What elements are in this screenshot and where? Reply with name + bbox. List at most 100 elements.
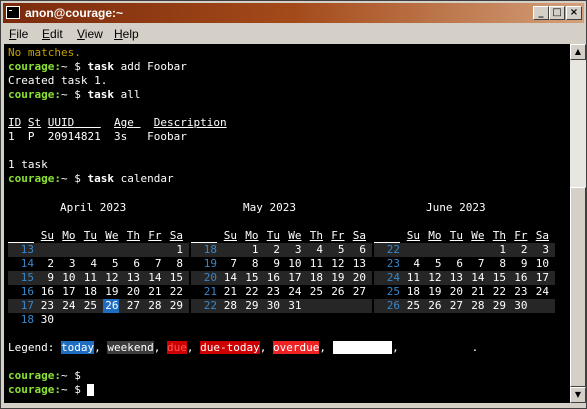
terminal-app-icon[interactable] — [6, 6, 20, 19]
scroll-up-button[interactable]: ▲ — [570, 44, 586, 60]
menu-help[interactable]: Help — [114, 27, 139, 41]
calendar-day: 13 — [449, 271, 463, 284]
prompt-line-3: courage:~ $ task calendar — [8, 172, 174, 185]
day-header: Tu — [83, 229, 97, 242]
day-header: Su — [406, 229, 420, 242]
legend-label: Legend: — [8, 341, 61, 354]
terminal-window: anon@courage:~ _ □ × File Edit View Help… — [0, 0, 587, 409]
calendar-day: 2 — [520, 243, 528, 256]
week-number: 18 — [203, 243, 217, 256]
week-number: 22 — [203, 299, 217, 312]
day-header: Su — [40, 229, 54, 242]
calendar-day: 24 — [62, 299, 76, 312]
calendar-day: 13 — [352, 257, 366, 270]
calendar-day: 25 — [406, 299, 420, 312]
created-task-text: Created task 1. — [8, 74, 108, 87]
calendar-day: 11 — [83, 271, 97, 284]
calendar-day: 18 — [406, 285, 420, 298]
week-number: 13 — [20, 243, 34, 256]
calendar-day: 21 — [223, 285, 237, 298]
legend-tail: . — [398, 341, 479, 354]
legend-item — [332, 341, 393, 354]
minimize-button[interactable]: _ — [533, 6, 549, 20]
title-bar[interactable]: anon@courage:~ _ □ × — [3, 3, 584, 23]
week-header — [374, 229, 400, 243]
close-button[interactable]: × — [566, 6, 582, 20]
calendar-day: 25 — [309, 285, 323, 298]
calendar-day: 3 — [68, 257, 76, 270]
calendar-day: 1 — [176, 243, 183, 256]
calendar-day: 25 — [83, 299, 97, 312]
calendar-day: 24 — [288, 285, 302, 298]
prompt-line-2: courage:~ $ task all — [8, 88, 141, 101]
legend-item: due — [166, 341, 187, 354]
calendar-day: 12 — [331, 257, 345, 270]
calendar-day: 1 — [251, 243, 259, 256]
calendar-day: 14 — [471, 271, 485, 284]
calendar-day: 31 — [288, 299, 302, 312]
maximize-button[interactable]: □ — [549, 6, 565, 20]
terminal-output[interactable]: No matches. courage:~ $ task add Foobar … — [4, 44, 570, 403]
legend-item: due-today — [200, 341, 260, 354]
week-row — [8, 243, 189, 257]
calendar-day: 10 — [535, 257, 549, 270]
calendar-day: 7 — [477, 257, 485, 270]
week-number: 20 — [203, 271, 217, 284]
calendar-day: 29 — [245, 299, 259, 312]
task-table-header: ID St UUID Age Description — [8, 116, 227, 129]
calendar-day: 16 — [40, 285, 54, 298]
calendar-day: 11 — [309, 257, 323, 270]
task-count-text: 1 task — [8, 158, 48, 171]
week-header — [191, 229, 217, 243]
calendar-day: 14 — [148, 271, 162, 284]
day-header: Th — [309, 229, 323, 242]
calendar-day: 6 — [133, 257, 140, 270]
calendar-day: 30 — [40, 313, 54, 326]
calendar-day: 20 — [449, 285, 463, 298]
calendar-day: 10 — [62, 271, 76, 284]
legend-item: today — [60, 341, 95, 354]
week-header — [8, 229, 34, 243]
calendar-day: 19 — [331, 271, 345, 284]
calendar-day: 16 — [266, 271, 280, 284]
calendar-day: 23 — [266, 285, 280, 298]
menu-view[interactable]: View — [77, 27, 103, 41]
calendar-day: 21 — [471, 285, 485, 298]
calendar-day: 12 — [428, 271, 442, 284]
scroll-down-button[interactable]: ▼ — [570, 387, 586, 403]
calendar-day: 26 — [428, 299, 442, 312]
calendar-day: 18 — [83, 285, 97, 298]
day-header: Sa — [352, 229, 366, 242]
day-header: Fr — [514, 229, 528, 242]
calendar-day: 30 — [266, 299, 280, 312]
calendar-day: 5 — [111, 257, 119, 270]
calendar-day: 5 — [337, 243, 345, 256]
calendar-day: 9 — [47, 271, 54, 284]
menu-file[interactable]: File — [9, 27, 28, 41]
calendar-day: 4 — [413, 257, 420, 270]
day-header: Fr — [148, 229, 162, 242]
day-header: We — [471, 229, 485, 242]
prompt-line-5: courage:~ $ — [8, 383, 95, 397]
day-header: Sa — [535, 229, 549, 242]
calendar-legend: Legend: today, weekend, due, due-today, … — [8, 341, 479, 354]
day-header: Tu — [449, 229, 463, 242]
calendar-day: 4 — [90, 257, 97, 270]
menu-edit[interactable]: Edit — [42, 27, 63, 41]
calendar-day: 7 — [154, 257, 162, 270]
scroll-thumb[interactable] — [570, 187, 586, 387]
calendar-day: 23 — [514, 285, 528, 298]
cursor — [87, 384, 95, 396]
calendar-day: 22 — [169, 285, 183, 298]
week-row — [8, 313, 189, 327]
prompt-line-1: courage:~ $ task add Foobar — [8, 60, 187, 73]
vertical-scrollbar[interactable]: ▲ ▼ — [570, 44, 586, 403]
day-header: We — [105, 229, 119, 242]
calendar-day: 8 — [251, 257, 259, 270]
calendar-day: 28 — [223, 299, 237, 312]
calendar-day: 12 — [105, 271, 119, 284]
day-header: We — [288, 229, 302, 242]
calendar-day: 6 — [456, 257, 463, 270]
calendar-day: 13 — [126, 271, 140, 284]
calendar-day: 1 — [499, 243, 506, 256]
